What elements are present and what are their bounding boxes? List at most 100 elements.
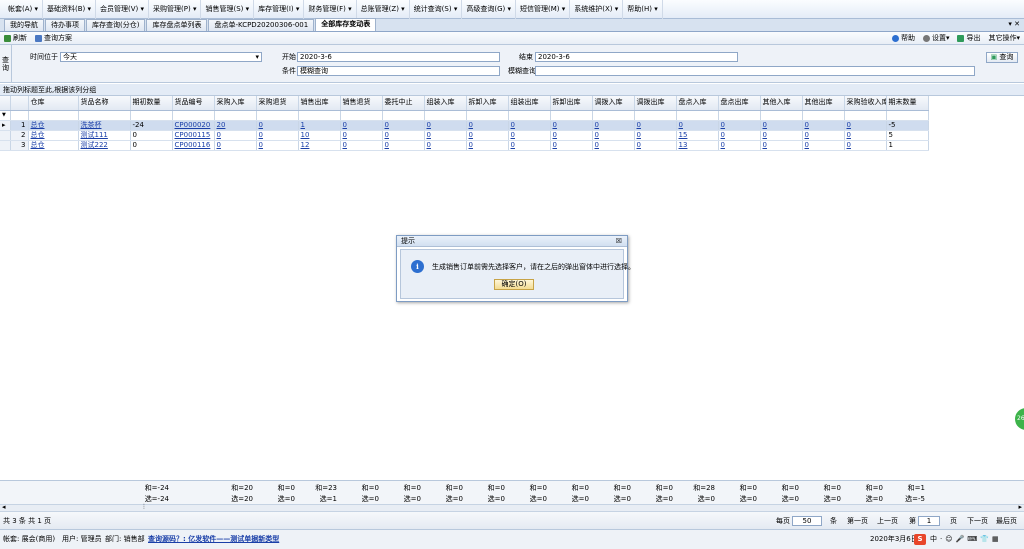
cell-link[interactable]: 0 <box>259 121 263 129</box>
table-cell[interactable]: 总仓 <box>28 120 79 131</box>
filter-cell[interactable] <box>10 110 29 121</box>
filter-cell[interactable] <box>718 110 761 121</box>
column-header[interactable]: 货品编号 <box>172 96 215 111</box>
start-date-input[interactable]: 2020-3-6 <box>297 52 500 62</box>
scroll-left-icon[interactable]: ◂ <box>2 503 6 511</box>
tab-0[interactable]: 我的导航 <box>4 19 44 31</box>
help-button[interactable]: 帮助 <box>888 32 919 45</box>
cell-link[interactable]: 0 <box>511 141 515 149</box>
column-header[interactable]: 期末数量 <box>886 96 929 111</box>
cell-link[interactable]: 0 <box>637 131 641 139</box>
column-header[interactable]: 拆卸入库 <box>466 96 509 111</box>
cell-link[interactable]: 0 <box>721 141 725 149</box>
table-cell[interactable]: 测试222 <box>78 140 131 151</box>
tab-3[interactable]: 库存盘点单列表 <box>146 19 208 31</box>
filter-cell[interactable] <box>508 110 551 121</box>
menu-item[interactable]: 总账管理(Z) ▾ <box>357 0 410 19</box>
cell-link[interactable]: CP000020 <box>175 121 211 129</box>
filter-cell[interactable] <box>634 110 677 121</box>
cell-link[interactable]: 总仓 <box>31 131 45 139</box>
table-cell[interactable]: 0 <box>256 130 299 141</box>
horizontal-scrollbar[interactable]: ◂ ⫶ ▸ <box>0 503 1024 512</box>
filter-cell[interactable] <box>550 110 593 121</box>
query-button[interactable]: ▣ 查询 <box>986 52 1018 63</box>
table-cell[interactable]: 12 <box>298 140 341 151</box>
menu-item[interactable]: 采购管理(P) ▾ <box>149 0 202 19</box>
cell-link[interactable]: CP000116 <box>175 141 211 149</box>
column-header[interactable]: 其他入库 <box>760 96 803 111</box>
column-header[interactable]: 采购退货 <box>256 96 299 111</box>
column-header[interactable]: 采购验收入库 <box>844 96 887 111</box>
column-header[interactable]: 销售退货 <box>340 96 383 111</box>
filter-cell[interactable] <box>466 110 509 121</box>
cell-link[interactable]: 20 <box>217 121 226 129</box>
per-page-input[interactable]: 50 <box>792 516 822 526</box>
table-cell[interactable]: 0 <box>718 120 761 131</box>
table-cell[interactable]: 0 <box>340 120 383 131</box>
table-cell[interactable]: 0 <box>676 120 719 131</box>
ok-button[interactable]: 确定(O) <box>494 279 534 290</box>
table-cell[interactable]: 测试111 <box>78 130 131 141</box>
refresh-button[interactable]: 刷新 <box>0 32 31 45</box>
table-cell[interactable]: 0 <box>760 130 803 141</box>
export-button[interactable]: 导出 <box>953 32 984 45</box>
cell-link[interactable]: 0 <box>763 131 767 139</box>
last-page-button[interactable]: 最后页 <box>996 512 1017 530</box>
cell-link[interactable]: 洗茶杯 <box>81 121 102 129</box>
table-cell[interactable]: 0 <box>256 140 299 151</box>
status-link[interactable]: 查询源码？: 亿发软件——测试单据新类型 <box>148 530 279 549</box>
time-select[interactable]: 今天 ▾ <box>60 52 262 62</box>
table-cell[interactable]: 0 <box>466 130 509 141</box>
menu-item[interactable]: 财务管理(F) ▾ <box>304 0 357 19</box>
filter-cell[interactable] <box>28 110 79 121</box>
group-by-area[interactable]: 拖动列标题至此,根据该列分组 <box>0 84 1024 96</box>
cell-link[interactable]: 0 <box>511 131 515 139</box>
menu-item[interactable]: 帮助(H) ▾ <box>623 0 663 19</box>
table-cell[interactable]: 0 <box>634 140 677 151</box>
column-header[interactable]: 委托中止 <box>382 96 425 111</box>
table-cell[interactable]: 0 <box>550 120 593 131</box>
menu-item[interactable]: 会员管理(V) ▾ <box>96 0 150 19</box>
column-header[interactable]: 货品名称 <box>78 96 131 111</box>
table-cell[interactable]: 0 <box>424 130 467 141</box>
cell-link[interactable]: CP000115 <box>175 131 211 139</box>
menu-item[interactable]: 帐套(A) ▾ <box>4 0 44 19</box>
table-cell[interactable]: 0 <box>844 120 887 131</box>
tab-close-control[interactable]: ▾ ✕ <box>1008 20 1020 28</box>
filter-cell[interactable] <box>172 110 215 121</box>
table-cell[interactable]: 0 <box>592 120 635 131</box>
cell-link[interactable]: 0 <box>217 131 221 139</box>
cell-link[interactable]: 0 <box>259 131 263 139</box>
cell-link[interactable]: 总仓 <box>31 121 45 129</box>
table-cell[interactable]: 13 <box>676 140 719 151</box>
cell-link[interactable]: 0 <box>553 141 557 149</box>
table-cell[interactable]: 0 <box>634 130 677 141</box>
table-cell[interactable]: 15 <box>676 130 719 141</box>
cell-link[interactable]: 0 <box>385 121 389 129</box>
table-row[interactable]: ▸ 1 总仓 洗茶杯 -24 CP000020 20 0 1 0 0 0 0 0 0 0 0 0 0 0 0 0 -5 <box>0 120 929 131</box>
filter-cell[interactable] <box>78 110 131 121</box>
table-cell[interactable]: 0 <box>382 130 425 141</box>
tab-5[interactable]: 全部库存变动表 <box>315 18 377 31</box>
cell-link[interactable]: 0 <box>553 131 557 139</box>
cell-link[interactable]: 0 <box>721 131 725 139</box>
scroll-right-icon[interactable]: ▸ <box>1018 503 1022 511</box>
table-cell[interactable]: 0 <box>508 120 551 131</box>
cell-link[interactable]: 总仓 <box>31 141 45 149</box>
filter-cell[interactable] <box>592 110 635 121</box>
cell-link[interactable]: 0 <box>721 121 725 129</box>
table-cell[interactable]: 0 <box>592 140 635 151</box>
cell-link[interactable]: 0 <box>805 121 809 129</box>
table-cell[interactable]: 0 <box>424 120 467 131</box>
table-cell[interactable]: 0 <box>340 140 383 151</box>
menu-item[interactable]: 基础资料(B) ▾ <box>43 0 97 19</box>
tab-4[interactable]: 盘点单-KCPD20200306-001 <box>208 19 315 31</box>
column-header[interactable]: 调拨入库 <box>592 96 635 111</box>
tab-1[interactable]: 待办事项 <box>45 19 85 31</box>
table-cell[interactable]: 10 <box>298 130 341 141</box>
menu-item[interactable]: 高级查询(G) ▾ <box>462 0 516 19</box>
page-input[interactable]: 1 <box>918 516 940 526</box>
table-cell[interactable]: 20 <box>214 120 257 131</box>
menu-item[interactable]: 销售管理(S) ▾ <box>201 0 255 19</box>
cell-link[interactable]: 0 <box>427 131 431 139</box>
